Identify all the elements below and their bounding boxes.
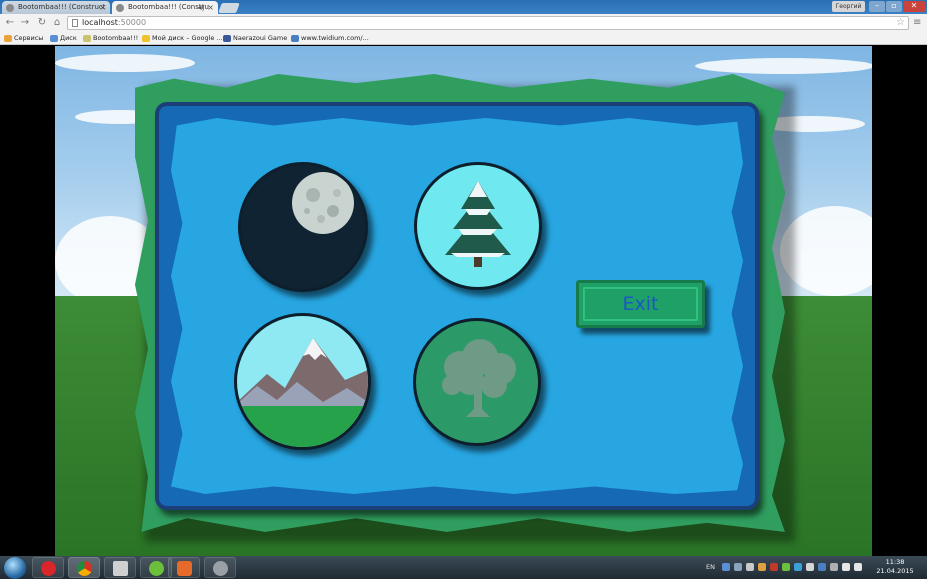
opera-icon [41,561,56,576]
bookmark-drive[interactable]: Диск [50,32,77,44]
reload-icon[interactable]: ↻ [36,16,48,30]
drive-icon [50,35,58,42]
snowy-tree-icon [445,181,511,267]
browser-menu-icon[interactable]: ≡ [913,14,921,32]
taskbar-settings[interactable] [204,557,236,578]
tray-icon[interactable] [818,563,826,571]
tray-icon[interactable] [830,563,838,571]
window-close-button[interactable]: ✕ [903,1,925,12]
construct-icon [177,561,192,576]
tray-icon[interactable] [722,563,730,571]
tab-close-icon[interactable]: ◂) × [198,1,214,14]
address-bar[interactable]: localhost:50000 [67,16,909,30]
utorrent-icon [149,561,164,576]
bookmark-star-icon[interactable]: ☆ [896,14,905,32]
bookmark-google-drive[interactable]: Мой диск – Google ... [142,32,223,44]
bookmark-bootombaa[interactable]: Bootombaa!!! [83,32,138,44]
start-button[interactable] [4,557,26,579]
home-icon[interactable]: ⌂ [51,16,63,30]
tree-icon [442,339,516,417]
winter-level-button[interactable] [414,162,542,290]
back-arrow-icon[interactable]: ← [4,16,16,30]
browser-toolbar: ← → ↻ ⌂ localhost:50000 [0,14,927,32]
tray-icon[interactable] [794,563,802,571]
page-icon [72,19,78,27]
profile-button[interactable]: Георгий [832,1,865,12]
gear-icon [213,561,228,576]
tray-icon[interactable] [806,563,814,571]
window-minimize-button[interactable]: – [869,1,885,12]
new-tab-button[interactable] [218,3,240,13]
taskbar-opera[interactable] [32,557,64,578]
tray-icon[interactable] [770,563,778,571]
bookmark-label: Naerazoui Game [233,34,288,42]
bookmark-game[interactable]: Naerazoui Game [223,32,287,44]
tab-close-icon[interactable]: × [99,1,106,14]
address-host: localhost [82,18,118,27]
window-maximize-button[interactable]: ▫ [886,1,902,12]
cloud [695,58,872,74]
mountain-icon [237,338,368,447]
night-level-button[interactable] [238,162,368,292]
tab-favicon-icon [116,4,124,12]
chrome-icon [77,561,92,576]
google-drive-icon [142,35,150,42]
page-icon [83,35,91,42]
taskbar: EN 11:38 21.04.2015 [0,556,927,579]
clock-date: 21.04.2015 [876,567,914,575]
language-indicator[interactable]: EN [706,556,715,579]
apps-icon [4,35,12,42]
tab-2[interactable]: Bootombaa!!! (Constru ◂) × [112,1,218,14]
exit-button-label: Exit [622,293,659,315]
taskbar-construct[interactable] [168,557,200,578]
bookmarks-bar: Сервисы Диск Bootombaa!!! Мой диск – Goo… [0,32,927,45]
browser-tab-strip: Bootombaa!!! (Construct × Bootombaa!!! (… [0,0,927,14]
bookmark-label: Сервисы [14,34,44,42]
facebook-icon [223,35,231,42]
tab-title: Bootombaa!!! (Construct [18,3,106,11]
cloud [55,54,195,72]
tray-icon[interactable] [782,563,790,571]
mountain-level-button[interactable] [234,313,371,450]
bookmark-label: www.twidium.com/... [301,34,369,42]
bookmark-label: Bootombaa!!! [93,34,139,42]
clock-time: 11:38 [885,558,905,566]
filezilla-icon [113,561,128,576]
taskbar-filezilla[interactable] [104,557,136,578]
moon-icon [292,172,354,234]
game-canvas[interactable]: Exit [55,46,872,556]
exit-button[interactable]: Exit [576,280,705,328]
volume-icon[interactable] [854,563,862,571]
tab-1[interactable]: Bootombaa!!! (Construct × [2,1,110,14]
bookmark-apps[interactable]: Сервисы [4,32,43,44]
forest-level-button[interactable] [413,318,541,446]
bookmark-twidium[interactable]: www.twidium.com/... [291,32,369,44]
address-port: :50000 [117,18,147,27]
twidium-icon [291,35,299,42]
bookmark-label: Диск [60,34,77,42]
tray-icon[interactable] [758,563,766,571]
network-icon[interactable] [842,563,850,571]
forward-arrow-icon[interactable]: → [19,16,31,30]
tray-icon[interactable] [734,563,742,571]
taskbar-chrome[interactable] [68,557,100,578]
taskbar-clock[interactable]: 11:38 21.04.2015 [870,558,920,576]
bookmark-label: Мой диск – Google ... [152,34,223,42]
tray-icon[interactable] [746,563,754,571]
tab-favicon-icon [6,4,14,12]
